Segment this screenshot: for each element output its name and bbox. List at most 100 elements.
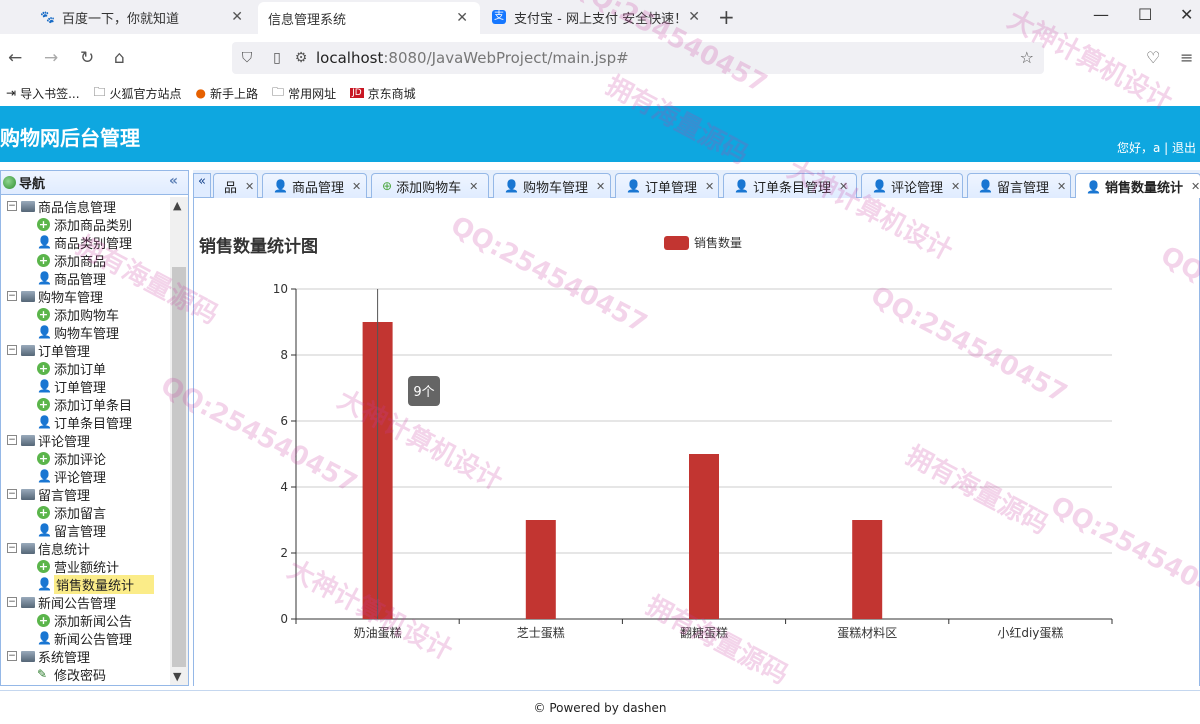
user-icon: 👤 [734, 179, 749, 193]
tab-1[interactable]: 👤 商品管理 ✕ [262, 173, 367, 198]
user-greeting[interactable]: 您好，a | 退出 [1117, 139, 1196, 156]
close-icon[interactable]: ✕ [596, 180, 605, 193]
tree-group[interactable]: − 信息统计 [1, 539, 169, 558]
home-icon[interactable]: ⌂ [114, 48, 125, 68]
close-icon[interactable]: ✕ [231, 9, 243, 25]
tree-item[interactable]: 👤 销售数量统计 [1, 574, 169, 594]
tab-scroll-left-icon[interactable]: « [193, 173, 211, 198]
collapse-icon[interactable]: « [169, 173, 178, 189]
tab-5[interactable]: 👤 订单条目管理 ✕ [723, 173, 857, 198]
y-tick-label: 6 [280, 414, 288, 428]
x-tick-label: 芝士蛋糕 [517, 625, 565, 640]
bookmark-jd[interactable]: JD 京东商城 [350, 85, 416, 102]
tree-group[interactable]: − 商品信息管理 [1, 197, 169, 216]
forward-icon[interactable]: → [44, 48, 58, 68]
tab-label: 订单条目管理 [752, 180, 831, 196]
tree-item[interactable]: 👤 购物车管理 [1, 323, 169, 342]
tree-item[interactable]: + 添加购物车 [1, 305, 169, 324]
collapse-toggle-icon[interactable]: − [7, 489, 17, 499]
minimize-icon[interactable]: — [1093, 5, 1109, 24]
tree-label: 评论管理 [54, 470, 107, 486]
tree-item[interactable]: 👤 订单条目管理 [1, 413, 169, 432]
close-icon[interactable]: ✕ [456, 10, 468, 26]
bookmark-common[interactable]: 🗀 常用网址 [272, 83, 336, 104]
bookmark-import[interactable]: ⇥ 导入书签... [6, 85, 80, 102]
tree-group[interactable]: − 系统管理 [1, 647, 169, 666]
tab-3[interactable]: 👤 购物车管理 ✕ [493, 173, 611, 198]
browser-tab-baidu[interactable]: 🐾 百度一下，你就知道 ✕ [30, 0, 255, 34]
tree-item[interactable]: + 添加商品类别 [1, 215, 169, 234]
tree-label: 添加留言 [54, 506, 107, 522]
close-icon[interactable]: ✕ [245, 180, 254, 193]
add-icon: + [37, 253, 50, 267]
bookmark-star-icon[interactable]: ☆ [1020, 48, 1034, 67]
tab-2[interactable]: ⊕ 添加购物车 ✕ [371, 173, 489, 198]
collapse-toggle-icon[interactable]: − [7, 291, 17, 301]
tab-0[interactable]: 品 ✕ [213, 173, 258, 198]
tab-4[interactable]: 👤 订单管理 ✕ [615, 173, 719, 198]
tree-item[interactable]: ✎ 修改密码 [1, 665, 169, 684]
url-text[interactable]: localhost:8080/JavaWebProject/main.jsp# [316, 49, 629, 67]
tree-item[interactable]: 👤 留言管理 [1, 521, 169, 540]
user-icon: 👤 [37, 468, 52, 483]
tree-item[interactable]: + 添加评论 [1, 449, 169, 468]
tree-item[interactable]: + 添加订单 [1, 359, 169, 378]
reload-icon[interactable]: ↻ [80, 48, 94, 68]
tree-item[interactable]: + 添加留言 [1, 503, 169, 522]
close-icon[interactable]: ✕ [1191, 180, 1200, 193]
collapse-toggle-icon[interactable]: − [7, 651, 17, 661]
window-close-icon[interactable]: ✕ [1180, 5, 1193, 24]
close-icon[interactable]: ✕ [705, 180, 714, 193]
tree-item[interactable]: 👤 新闻公告管理 [1, 629, 169, 648]
tree-item[interactable]: + 添加商品 [1, 251, 169, 270]
collapse-toggle-icon[interactable]: − [7, 345, 17, 355]
sidebar-scrollbar[interactable]: ▲ ▼ [170, 197, 188, 685]
tree-label: 留言管理 [54, 524, 107, 540]
shield-icon[interactable]: ⛉ [232, 50, 262, 66]
tree-item[interactable]: + 营业额统计 [1, 557, 169, 576]
collapse-toggle-icon[interactable]: − [7, 597, 17, 607]
folder-icon [21, 344, 35, 356]
scroll-up-icon[interactable]: ▲ [173, 199, 181, 212]
nav-sidebar: 导航 « − 商品信息管理 + 添加商品类别 👤 商品类别管理 + 添加商品 👤 商品管理 − 购物车… [0, 170, 189, 686]
close-icon[interactable]: ✕ [951, 180, 960, 193]
tab-6[interactable]: 👤 评论管理 ✕ [861, 173, 963, 198]
close-icon[interactable]: ✕ [839, 180, 848, 193]
bar [689, 454, 719, 619]
tab-8[interactable]: 👤 销售数量统计 ✕ [1075, 173, 1200, 199]
tree-group[interactable]: − 订单管理 [1, 341, 169, 360]
tree-item[interactable]: 👤 商品管理 [1, 269, 169, 288]
close-icon[interactable]: ✕ [688, 9, 700, 25]
pocket-icon[interactable]: ♡ [1146, 48, 1160, 67]
menu-icon[interactable]: ≡ [1180, 48, 1193, 67]
scroll-down-icon[interactable]: ▼ [173, 670, 181, 683]
collapse-toggle-icon[interactable]: − [7, 435, 17, 445]
back-icon[interactable]: ← [8, 48, 22, 68]
collapse-toggle-icon[interactable]: − [7, 201, 17, 211]
tab-7[interactable]: 👤 留言管理 ✕ [967, 173, 1071, 198]
tree-group[interactable]: − 留言管理 [1, 485, 169, 504]
new-tab-icon[interactable]: + [718, 5, 735, 29]
tree-item[interactable]: 👤 订单管理 [1, 377, 169, 396]
browser-tab-alipay[interactable]: 支 支付宝 - 网上支付 安全快速！ ✕ [482, 0, 712, 34]
tree-group[interactable]: − 新闻公告管理 [1, 593, 169, 612]
close-icon[interactable]: ✕ [352, 180, 361, 193]
collapse-toggle-icon[interactable]: − [7, 543, 17, 553]
close-icon[interactable]: ✕ [1057, 180, 1066, 193]
tree-group[interactable]: − 评论管理 [1, 431, 169, 450]
url-bar[interactable]: ⛉ ▯ ⚙ localhost:8080/JavaWebProject/main… [232, 42, 1044, 74]
tree-item[interactable]: 👤 评论管理 [1, 467, 169, 486]
tree-item[interactable]: + 添加新闻公告 [1, 611, 169, 630]
user-icon: 👤 [626, 179, 641, 193]
scroll-thumb[interactable] [172, 267, 186, 667]
maximize-icon[interactable]: ☐ [1138, 5, 1152, 24]
tree-item[interactable]: + 添加订单条目 [1, 395, 169, 414]
browser-tab-active[interactable]: 信息管理系统 ✕ [258, 2, 480, 34]
bookmark-firefox[interactable]: 🗀 火狐官方站点 [94, 83, 182, 104]
permissions-icon[interactable]: ⚙ [292, 50, 310, 66]
close-icon[interactable]: ✕ [469, 180, 478, 193]
bookmark-getting-started[interactable]: ● 新手上路 [196, 85, 259, 102]
tree-group[interactable]: − 购物车管理 [1, 287, 169, 306]
tree-item[interactable]: 👤 商品类别管理 [1, 233, 169, 252]
tree-label: 购物车管理 [54, 326, 120, 342]
